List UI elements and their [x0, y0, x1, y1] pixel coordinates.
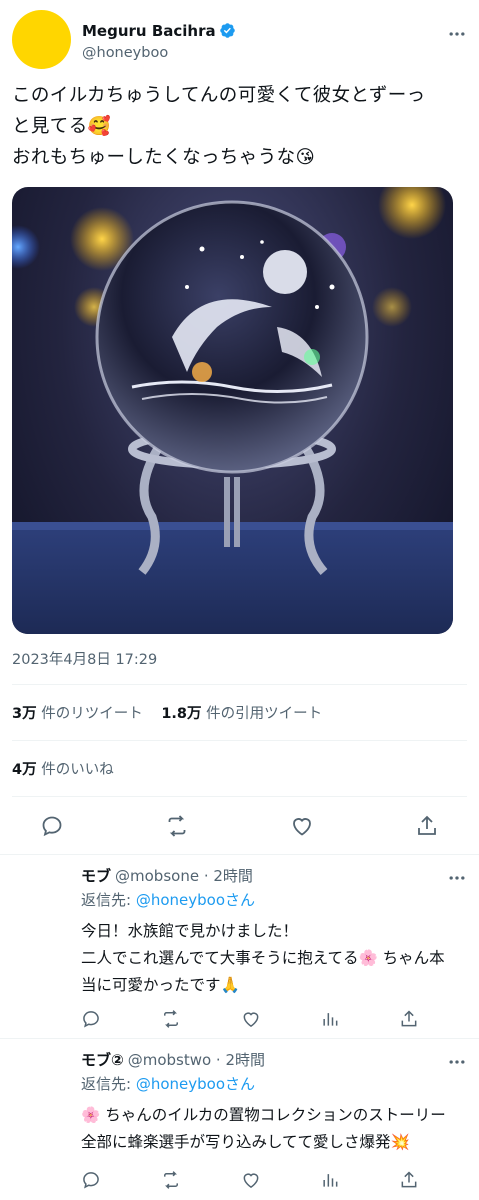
like-icon[interactable] [290, 814, 314, 838]
likes-stats: 4万 件のいいね [12, 760, 128, 780]
divider [0, 1038, 479, 1039]
verified-badge-icon [219, 23, 235, 38]
share-icon[interactable] [399, 1009, 419, 1029]
share-icon[interactable] [399, 1170, 419, 1190]
reply-text: 今日！水族館で見かけました！ 二人でこれ選んでて大事そうに抱えてる🌸 ちゃん本 … [81, 918, 471, 999]
replying-mention-link[interactable]: @honeybooさん [136, 1075, 255, 1093]
avatar[interactable] [12, 862, 68, 918]
reply-text-line: 全部に蜂楽選手が写り込みしてて愛しさ爆発💥 [81, 1133, 410, 1151]
tweet-text-line: と見てる🥰 [12, 116, 112, 137]
replying-prefix: 返信先: [81, 1075, 136, 1093]
author-name-text[interactable]: Meguru Bacihra [82, 22, 216, 40]
more-options-icon[interactable] [447, 1052, 467, 1072]
reply-text: 🌸 ちゃんのイルカの置物コレクションのストーリー 全部に蜂楽選手が写り込みしてて… [81, 1102, 471, 1156]
replying-to: 返信先: @honeybooさん [81, 1074, 255, 1094]
author-name[interactable]: Meguru Bacihra [82, 21, 236, 41]
retweets-label: 件のリツイート [41, 706, 143, 722]
reply-icon[interactable] [40, 814, 64, 838]
reply-text-line: 今日！水族館で見かけました！ [81, 922, 299, 940]
reply-tweet[interactable]: モブ② @mobstwo · 2時間 返信先: @honeybooさん 🌸 ちゃん… [0, 1040, 479, 1200]
retweet-quote-stats: 3万 件のリツイート 1.8万 件の引用ツイート [12, 704, 336, 724]
reply-text-line: 🌸 ちゃんのイルカの置物コレクションのストーリー [81, 1106, 446, 1124]
tweet-text-line: おれもちゅーしたくなっちゃうな😘 [12, 147, 316, 168]
author-handle[interactable]: @honeyboo [82, 43, 168, 63]
reply-action-bar [81, 1009, 471, 1033]
quotes-count: 1.8万 [161, 706, 202, 722]
more-options-icon[interactable] [447, 868, 467, 888]
replying-prefix: 返信先: [81, 891, 136, 909]
analytics-icon[interactable] [320, 1009, 340, 1029]
likes-label: 件のいいね [41, 762, 114, 778]
retweet-icon[interactable] [161, 1009, 181, 1029]
reply-author-handle[interactable]: @mobstwo · 2時間 [128, 1051, 265, 1069]
analytics-icon[interactable] [320, 1170, 340, 1190]
reply-icon[interactable] [81, 1170, 101, 1190]
tweet-text-line: このイルカちゅうしてんの可愛くて彼女とずーっ [12, 85, 426, 106]
tweet-action-bar [0, 806, 479, 846]
likes-stat[interactable]: 4万 件のいいね [12, 762, 114, 778]
reply-icon[interactable] [81, 1009, 101, 1029]
retweets-count: 3万 [12, 706, 37, 722]
replying-mention-link[interactable]: @honeybooさん [136, 891, 255, 909]
reply-tweet[interactable]: モブ @mobsone · 2時間 返信先: @honeybooさん 今日！水族館… [0, 856, 479, 1038]
like-icon[interactable] [241, 1009, 261, 1029]
share-icon[interactable] [415, 814, 439, 838]
quotes-label: 件の引用ツイート [206, 706, 323, 722]
reply-author-handle[interactable]: @mobsone · 2時間 [115, 867, 253, 885]
tweet-timestamp[interactable]: 2023年4月8日 17:29 [12, 650, 157, 670]
divider [12, 796, 467, 797]
reply-author-name[interactable]: モブ② [81, 1051, 124, 1069]
likes-count: 4万 [12, 762, 37, 778]
reply-author-line: モブ② @mobstwo · 2時間 [81, 1050, 265, 1070]
divider [12, 684, 467, 685]
reply-text-line: 二人でこれ選んでて大事そうに抱えてる🌸 ちゃん本 [81, 949, 445, 967]
more-options-icon[interactable] [447, 24, 467, 44]
replying-to: 返信先: @honeybooさん [81, 890, 255, 910]
reply-author-line: モブ @mobsone · 2時間 [81, 866, 253, 886]
tweet-text: このイルカちゅうしてんの可愛くて彼女とずーっ と見てる🥰 おれもちゅーしたくなっ… [12, 80, 472, 173]
crystal-ball-dolphin-photo [12, 187, 453, 634]
retweet-icon[interactable] [161, 1170, 181, 1190]
retweet-icon[interactable] [165, 814, 189, 838]
tweet-media-photo[interactable] [12, 187, 453, 634]
reply-author-name[interactable]: モブ [81, 867, 111, 885]
avatar[interactable] [12, 1046, 68, 1102]
divider [12, 740, 467, 741]
reply-text-line: 当に可愛かったです🙏 [81, 976, 240, 994]
quotes-stat[interactable]: 1.8万 件の引用ツイート [161, 706, 322, 722]
like-icon[interactable] [241, 1170, 261, 1190]
tweet-header: Meguru Bacihra @honeyboo [12, 10, 467, 70]
avatar[interactable] [12, 10, 71, 69]
retweets-stat[interactable]: 3万 件のリツイート [12, 706, 143, 722]
divider [0, 854, 479, 855]
reply-action-bar [81, 1170, 471, 1194]
